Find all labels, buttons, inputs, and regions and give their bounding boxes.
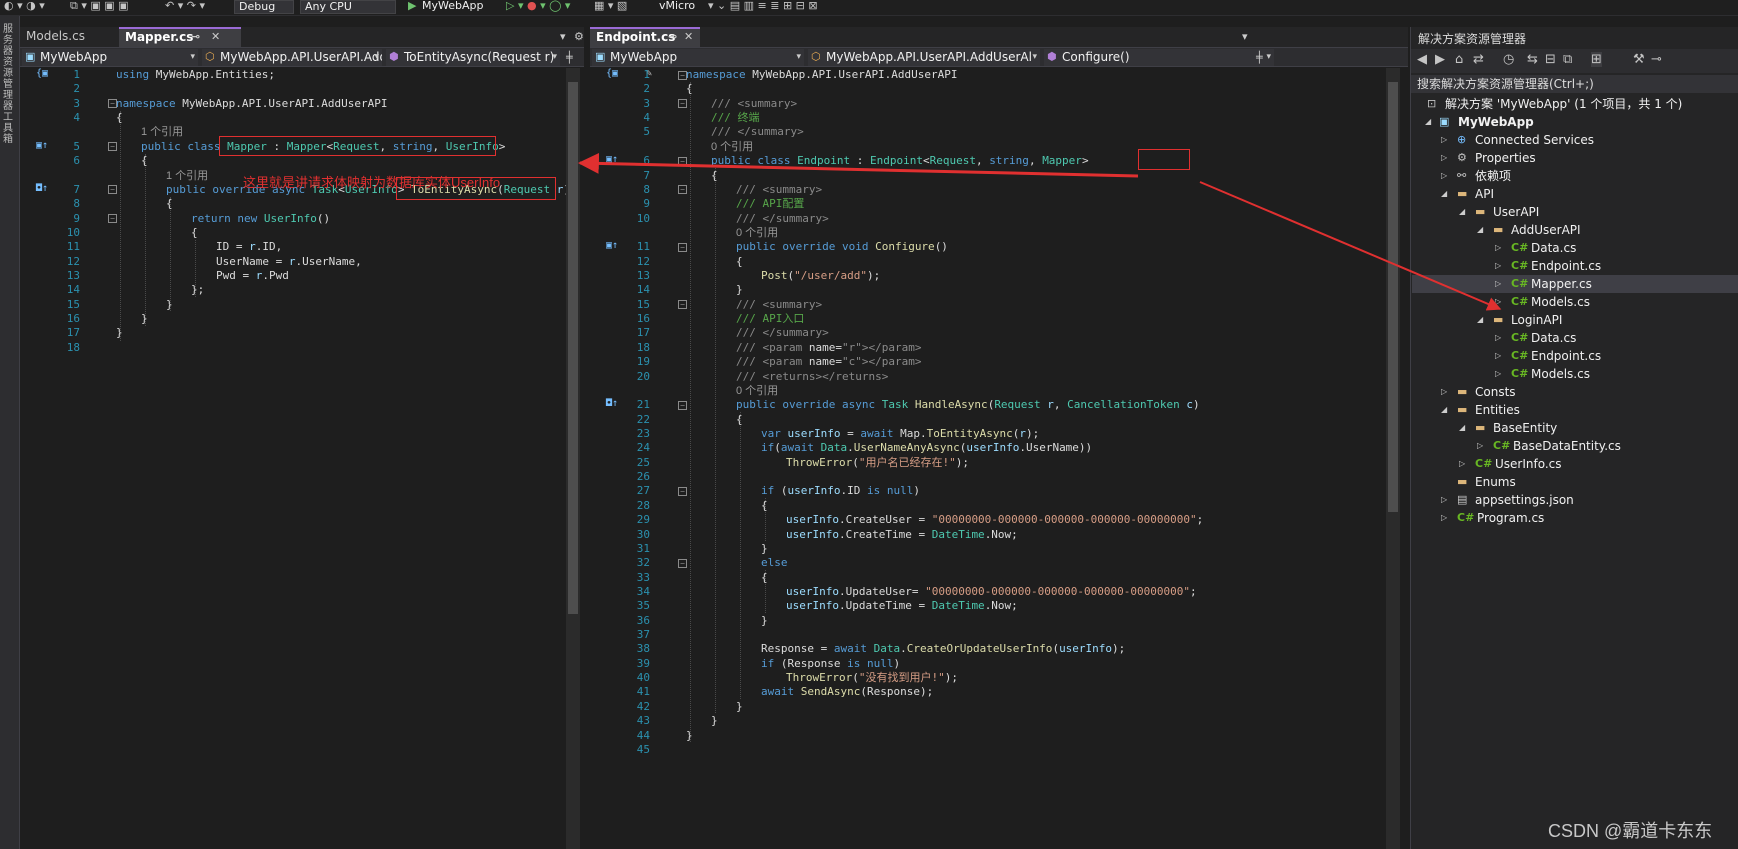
- annotation-arrows: [577, 152, 1502, 311]
- arrow-to-mapper-file: [1199, 181, 1502, 311]
- arrow-endpoint-to-mapper: [577, 152, 1139, 178]
- watermark: CSDN @霸道卡东东: [1548, 821, 1713, 841]
